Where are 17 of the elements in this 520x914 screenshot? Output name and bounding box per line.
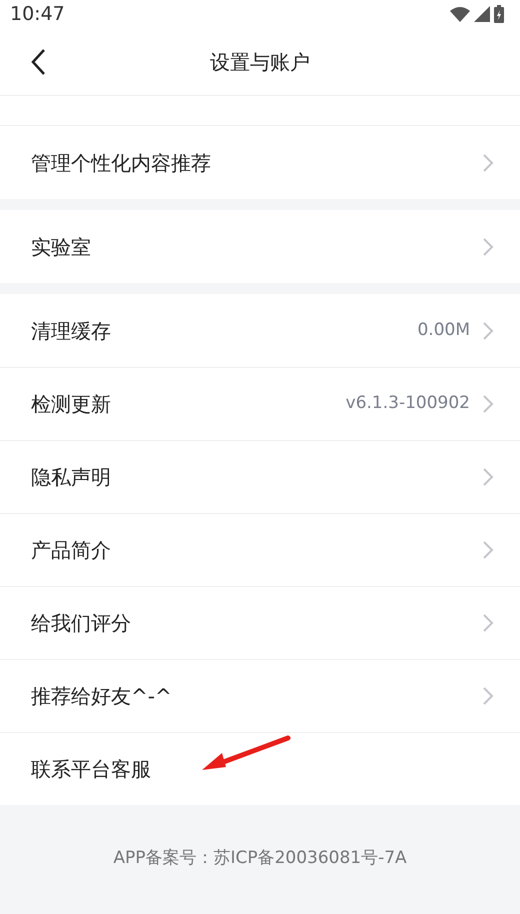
back-icon bbox=[30, 48, 46, 76]
settings-row[interactable]: 产品简介 bbox=[0, 513, 520, 586]
row-value: v6.1.3-100902 bbox=[346, 392, 470, 416]
settings-row[interactable]: 实验室 bbox=[0, 210, 520, 283]
battery-icon bbox=[494, 5, 504, 23]
settings-row[interactable]: 管理个性化内容推荐 bbox=[0, 126, 520, 199]
settings-row[interactable]: 给我们评分 bbox=[0, 586, 520, 659]
settings-row[interactable]: 隐私声明 bbox=[0, 440, 520, 513]
footer-text: APP备案号：苏ICP备20036081号-7A bbox=[113, 846, 407, 870]
settings-row[interactable]: 清理缓存 0.00M bbox=[0, 294, 520, 367]
row-value: 0.00M bbox=[417, 318, 470, 342]
settings-row[interactable]: 推荐给好友^-^ bbox=[0, 659, 520, 732]
status-time: 10:47 bbox=[10, 2, 65, 27]
signal-icon bbox=[474, 6, 490, 22]
settings-row[interactable]: 检测更新 v6.1.3-100902 bbox=[0, 367, 520, 440]
wifi-icon bbox=[450, 6, 470, 22]
page-title: 设置与账户 bbox=[210, 48, 310, 76]
